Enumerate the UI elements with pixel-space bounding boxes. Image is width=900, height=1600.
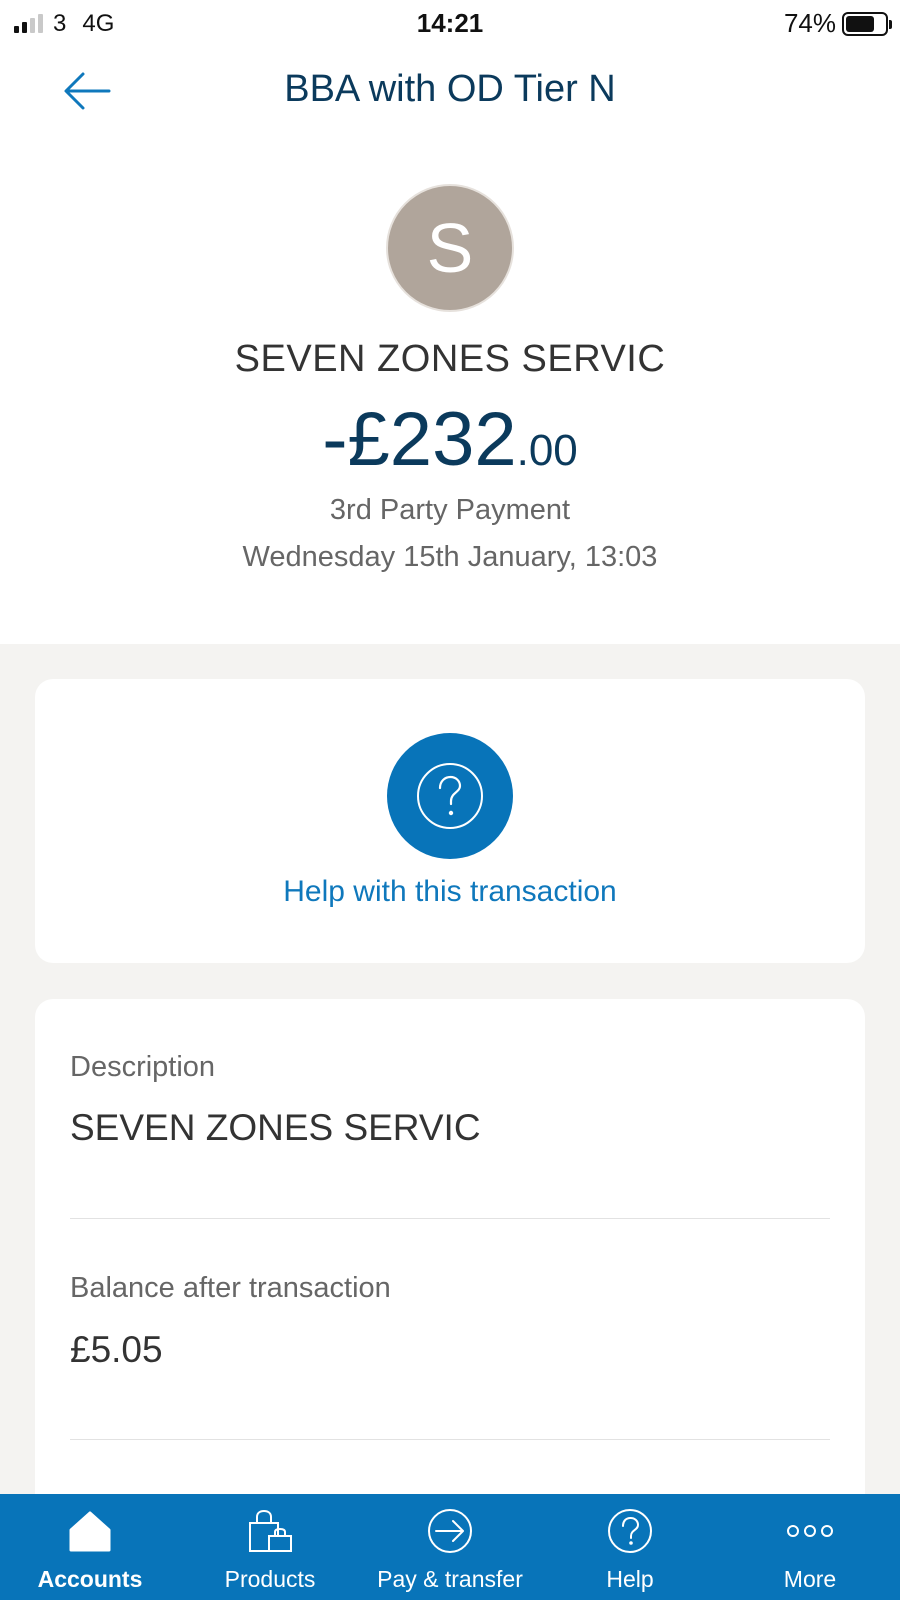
description-label: Description <box>70 1051 216 1083</box>
help-transaction-button[interactable] <box>387 733 513 859</box>
status-bar: 3 4G 14:21 74% <box>0 0 900 46</box>
tab-label: More <box>783 1566 837 1592</box>
tab-label: Pay & transfer <box>377 1566 523 1592</box>
status-right: 74% <box>783 8 892 39</box>
status-time: 14:21 <box>416 8 484 38</box>
battery-percent: 74% <box>783 8 836 38</box>
tab-accounts[interactable]: Accounts <box>0 1494 180 1600</box>
home-icon <box>60 1506 120 1556</box>
merchant-name: SEVEN ZONES SERVIC <box>234 338 666 380</box>
tab-label: Products <box>224 1566 316 1592</box>
page-title: BBA with OD Tier N <box>284 68 616 110</box>
battery-icon <box>842 11 892 36</box>
divider <box>70 1218 830 1219</box>
more-dots-icon <box>780 1506 840 1556</box>
shopping-bag-icon <box>240 1506 300 1556</box>
tab-pay-transfer[interactable]: Pay & transfer <box>360 1494 540 1600</box>
balance-label: Balance after transaction <box>70 1272 391 1304</box>
description-value: SEVEN ZONES SERVIC <box>70 1107 481 1148</box>
tab-label: Help <box>606 1566 654 1592</box>
question-circle-icon <box>417 763 483 829</box>
transaction-date: Wednesday 15th January, 13:03 <box>242 541 658 573</box>
help-transaction-link[interactable]: Help with this transaction <box>35 875 865 909</box>
tab-products[interactable]: Products <box>180 1494 360 1600</box>
tab-help[interactable]: Help <box>540 1494 720 1600</box>
amount-pence: .00 <box>516 426 578 475</box>
tab-label: Accounts <box>37 1566 143 1592</box>
tab-bar: Accounts Products Pay & transfer Help Mo… <box>0 1494 900 1600</box>
amount-main: -£232 <box>322 397 517 482</box>
balance-value: £5.05 <box>70 1329 163 1370</box>
transaction-type: 3rd Party Payment <box>329 494 571 526</box>
avatar: S <box>386 184 514 312</box>
help-card: Help with this transaction <box>35 679 865 963</box>
arrow-circle-icon <box>420 1506 480 1556</box>
help-circle-icon <box>600 1506 660 1556</box>
transaction-amount: -£232.00 <box>0 396 900 483</box>
divider <box>70 1439 830 1440</box>
transaction-summary-panel: BBA with OD Tier N S SEVEN ZONES SERVIC … <box>0 46 900 644</box>
tab-more[interactable]: More <box>720 1494 900 1600</box>
